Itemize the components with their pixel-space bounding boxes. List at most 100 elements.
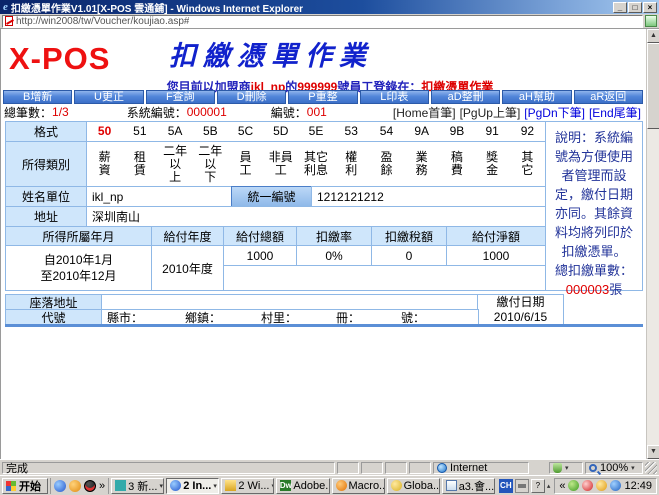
query-button[interactable]: F查詢	[146, 90, 215, 104]
close-button[interactable]: ×	[643, 2, 657, 13]
rate-field[interactable]: 0%	[296, 245, 372, 266]
net-amount-field[interactable]: 1000	[446, 245, 546, 266]
toolbar-expand-icon[interactable]: ▴	[547, 482, 551, 490]
format-code-option[interactable]: 92	[510, 125, 545, 138]
ie-logo-icon: e	[3, 1, 8, 13]
return-button[interactable]: aR返回	[574, 90, 643, 104]
chevron-down-icon: ▾	[565, 464, 569, 472]
code-fields-row[interactable]: 縣市： 鄉鎮： 村里： 冊： 號：	[101, 309, 479, 325]
magnifier-icon	[589, 464, 597, 472]
tray-app-icon[interactable]	[568, 480, 579, 491]
minimize-button[interactable]: _	[613, 2, 627, 13]
vertical-scrollbar[interactable]: ▲ ▼	[646, 29, 659, 459]
voucher-form: 格式 50 51 5A 5B 5C 5D 5E 53 54 9A 9B 91 9…	[5, 121, 643, 327]
format-code-option[interactable]: 5B	[193, 125, 228, 138]
task-button-active[interactable]: 2 In...▾	[166, 478, 219, 494]
go-button-icon[interactable]	[645, 15, 657, 27]
format-code-option[interactable]: 5E	[298, 125, 333, 138]
period-field[interactable]: 自2010年1月 至2010年12月	[5, 245, 152, 291]
format-code-option[interactable]: 5C	[228, 125, 263, 138]
nav-pgup-link[interactable]: [PgUp上筆]	[460, 104, 521, 121]
tray-app-icon[interactable]	[582, 480, 593, 491]
name-unit-field[interactable]: ikl_np	[86, 186, 232, 207]
address-field[interactable]: 深圳南山	[86, 206, 546, 227]
pay-year-field[interactable]: 2010年度	[151, 245, 224, 291]
start-button[interactable]: 开始	[2, 478, 48, 494]
task-button[interactable]: Globa...	[387, 478, 440, 494]
tray-app-icon[interactable]	[596, 480, 607, 491]
url-input[interactable]: http://win2008/tw/Voucher/koujiao.asp#	[2, 15, 643, 28]
uniform-no-field[interactable]: 1212121212	[311, 186, 546, 207]
page-error-icon	[5, 16, 13, 26]
resize-grip[interactable]	[645, 462, 657, 474]
format-code-option[interactable]: 9B	[439, 125, 474, 138]
format-code-option[interactable]: 5A	[157, 125, 192, 138]
print-button[interactable]: L印表	[360, 90, 429, 104]
task-button[interactable]: Macro...	[332, 478, 385, 494]
help-button[interactable]: aH幫助	[502, 90, 571, 104]
scrollbar-thumb[interactable]	[647, 43, 659, 129]
messenger-icon[interactable]	[69, 480, 81, 492]
ie-quicklaunch-icon[interactable]	[54, 480, 66, 492]
note-text: 說明：系統編號為方便使用者管理而設定，繳付日期亦同。其餘資料均將列印於扣繳憑單。	[555, 130, 633, 259]
taskbar: 开始 » 3 新...▾ 2 In...▾ 2 Wi...▾ Dw Adobe.…	[0, 475, 659, 495]
status-panel	[409, 462, 431, 474]
refresh-button[interactable]: P重整	[288, 90, 357, 104]
ime-indicator[interactable]: CH	[499, 479, 513, 493]
format-code-option[interactable]: 51	[122, 125, 157, 138]
folder-icon	[225, 480, 236, 491]
help-icon[interactable]: ?	[531, 479, 545, 493]
task-buttons: 3 新...▾ 2 In...▾ 2 Wi...▾ Dw Adobe... Ma…	[111, 478, 495, 494]
quick-launch-more-icon[interactable]: »	[99, 480, 105, 492]
page-content: X-POS 扣繳憑單作業 您目前以加盟商ikl_np的999999號員工登錄在：…	[0, 29, 659, 459]
tax-amount-field[interactable]: 0	[371, 245, 447, 266]
task-button[interactable]: a3.會...	[442, 478, 495, 494]
format-code-option[interactable]: 5D	[263, 125, 298, 138]
clock[interactable]: 12:49	[624, 480, 652, 492]
category-item: 租賃	[122, 151, 157, 177]
gross-header: 給付總額	[223, 226, 297, 246]
income-category-label: 所得類別	[5, 141, 87, 187]
group-dropdown-icon[interactable]: ▾	[159, 482, 163, 490]
village-field-label: 村里：	[261, 309, 336, 326]
format-codes-row: 50 51 5A 5B 5C 5D 5E 53 54 9A 9B 91 92	[86, 121, 546, 142]
nav-home-link[interactable]: [Home首筆]	[393, 104, 456, 121]
gross-amount-field[interactable]: 1000	[223, 245, 297, 266]
task-button[interactable]: 3 新...▾	[111, 478, 164, 494]
security-zone-panel: Internet	[433, 462, 529, 474]
start-label: 开始	[19, 478, 41, 494]
group-dropdown-icon[interactable]: ▾	[271, 482, 274, 490]
tray-collapse-icon[interactable]: «	[559, 480, 565, 492]
scroll-down-icon[interactable]: ▼	[647, 445, 659, 459]
pay-date-value[interactable]: 2010/6/15	[494, 310, 547, 325]
nav-pgdn-link[interactable]: [PgDn下筆]	[524, 104, 585, 121]
qq-penguin-icon[interactable]	[84, 480, 96, 492]
globe-icon	[437, 463, 447, 473]
format-code-option[interactable]: 53	[334, 125, 369, 138]
book-field-label: 冊：	[336, 309, 401, 326]
township-field-label: 鄉鎮：	[185, 309, 261, 326]
nav-end-link[interactable]: [End尾筆]	[589, 104, 641, 121]
format-code-option[interactable]: 9A	[404, 125, 439, 138]
batch-delete-button[interactable]: aD整刪	[431, 90, 500, 104]
task-button[interactable]: 2 Wi...▾	[221, 478, 274, 494]
group-dropdown-icon[interactable]: ▾	[213, 482, 217, 490]
note-box: 說明：系統編號為方便使用者管理而設定，繳付日期亦同。其餘資料均將列印於扣繳憑單。…	[545, 121, 643, 291]
format-label: 格式	[5, 121, 87, 142]
format-code-option[interactable]: 50	[87, 125, 122, 138]
printer-icon[interactable]	[515, 479, 529, 493]
task-button[interactable]: Dw Adobe...	[276, 478, 329, 494]
ie-icon	[170, 480, 181, 491]
zoom-control[interactable]: 100% ▾	[585, 462, 643, 474]
maximize-button[interactable]: □	[628, 2, 642, 13]
add-button[interactable]: B增新	[3, 90, 72, 104]
update-button[interactable]: U更正	[74, 90, 143, 104]
language-bar: CH ? ▴	[497, 479, 553, 493]
scroll-up-icon[interactable]: ▲	[647, 29, 659, 43]
delete-button[interactable]: D刪除	[217, 90, 286, 104]
tray-app-icon[interactable]	[610, 480, 621, 491]
window-title: 扣繳憑單作業V1.01[X-POS 雲通鋪] - Windows Interne…	[11, 0, 303, 15]
format-code-option[interactable]: 54	[369, 125, 404, 138]
format-code-option[interactable]: 91	[475, 125, 510, 138]
protected-mode-panel[interactable]: ▾	[549, 462, 583, 474]
